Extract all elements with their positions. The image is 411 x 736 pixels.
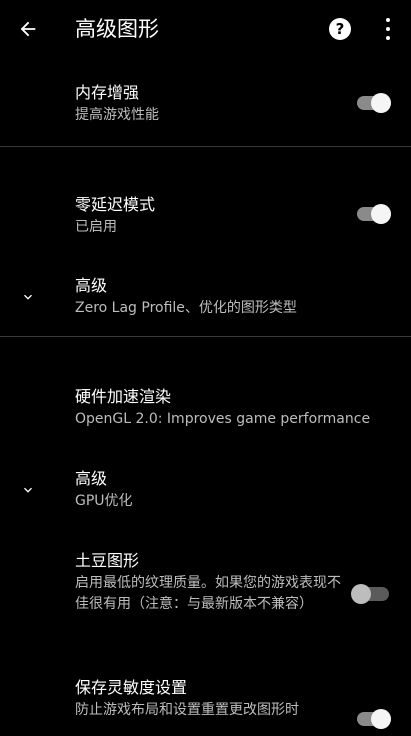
app-bar: 高级图形 ?: [0, 0, 411, 58]
setting-title: 高级: [75, 469, 108, 488]
setting-save-sensitivity[interactable]: 保存灵敏度设置 防止游戏布局和设置重置更改图形时: [0, 676, 411, 736]
page-title: 高级图形: [75, 17, 159, 41]
setting-title: 零延迟模式: [75, 195, 156, 214]
section-divider: [0, 146, 411, 147]
setting-potato-graphics[interactable]: 土豆图形 启用最低的纹理质量。如果您的游戏表现不佳很有用（注意：与最新版本不兼容…: [0, 549, 411, 643]
switch-thumb: [351, 584, 371, 604]
setting-title: 硬件加速渲染: [75, 387, 172, 406]
setting-title: 保存灵敏度设置: [75, 678, 188, 697]
setting-summary: 已启用: [75, 219, 117, 235]
save-sensitivity-switch[interactable]: [357, 709, 391, 729]
switch-thumb: [371, 204, 391, 224]
setting-title: 内存增强: [75, 83, 140, 102]
setting-summary: 防止游戏布局和设置重置更改图形时: [75, 702, 299, 718]
setting-summary: 启用最低的纹理质量。如果您的游戏表现不佳很有用（注意：与最新版本不兼容）: [75, 575, 341, 612]
potato-graphics-switch[interactable]: [351, 584, 389, 604]
setting-hw-accelerated-render[interactable]: 硬件加速渲染 OpenGL 2.0: Improves game perform…: [0, 384, 411, 434]
setting-zero-lag-mode[interactable]: 零延迟模式 已启用: [0, 192, 411, 242]
switch-thumb: [371, 709, 391, 729]
setting-memory-boost[interactable]: 内存增强 提高游戏性能: [0, 80, 411, 130]
setting-summary: 提高游戏性能: [75, 107, 159, 123]
setting-title: 土豆图形: [75, 551, 140, 570]
setting-summary: Zero Lag Profile、优化的图形类型: [75, 300, 297, 316]
memory-boost-switch[interactable]: [357, 93, 391, 113]
zero-lag-switch[interactable]: [357, 204, 391, 224]
chevron-down-icon: [24, 487, 32, 493]
arrow-left-icon: [20, 21, 36, 37]
chevron-down-icon: [24, 294, 32, 300]
back-button[interactable]: [14, 15, 42, 43]
help-button[interactable]: ?: [329, 18, 351, 40]
more-vert-icon: [386, 18, 390, 22]
setting-summary: GPU优化: [75, 493, 133, 509]
section-divider: [0, 336, 411, 337]
switch-thumb: [371, 93, 391, 113]
help-circle-icon: ?: [335, 19, 345, 38]
setting-title: 高级: [75, 276, 108, 295]
expand-advanced-zero-lag[interactable]: 高级 Zero Lag Profile、优化的图形类型: [0, 274, 411, 324]
expand-advanced-gpu[interactable]: 高级 GPU优化: [0, 467, 411, 517]
more-options-button[interactable]: [378, 16, 398, 42]
setting-summary: OpenGL 2.0: Improves game performance: [75, 411, 371, 427]
